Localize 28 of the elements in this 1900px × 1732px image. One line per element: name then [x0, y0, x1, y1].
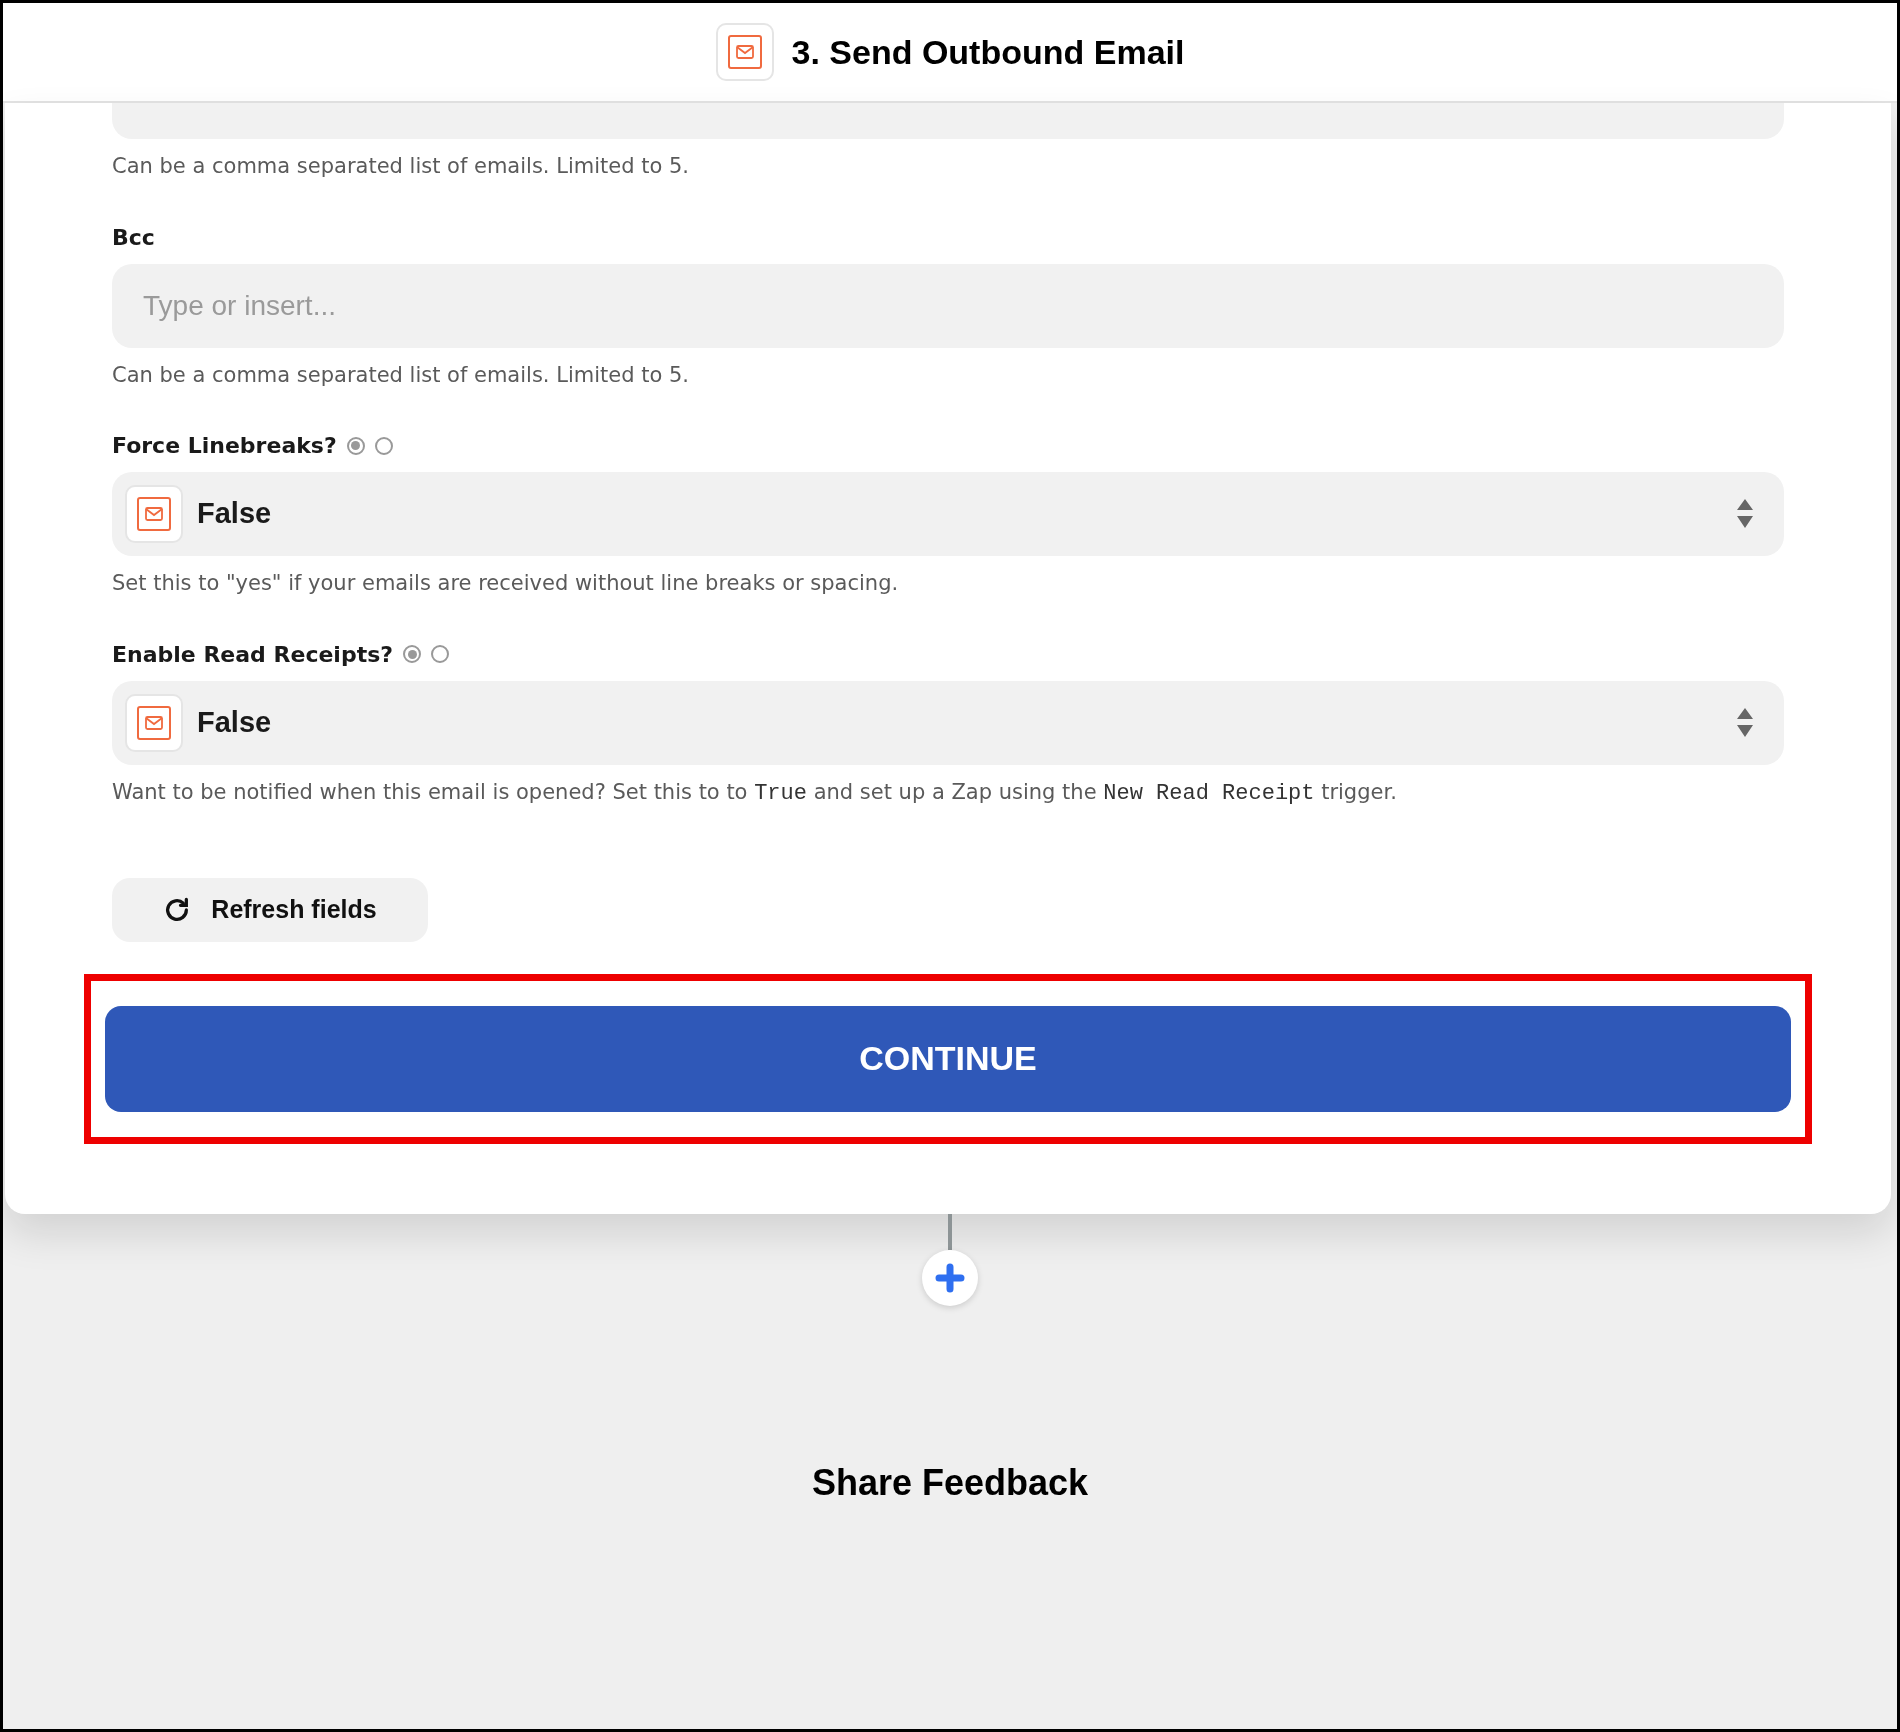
radio-button[interactable]: [346, 436, 365, 455]
input-field[interactable]: Type or insert...: [112, 263, 1784, 348]
field-hint: Can be a comma separated list of emails. Limited to 5.: [112, 361, 690, 389]
radio-button[interactable]: [403, 645, 421, 663]
mail-icon: [125, 693, 183, 752]
radio-button[interactable]: [374, 436, 393, 455]
continue-button[interactable]: CONTINUE: [105, 1005, 1791, 1112]
field-hint: Want to be notified when this email is opened? Set this to to True and set up a Zap using the New Read Receipt trigger.: [112, 778, 1398, 808]
field-hint: Set this to "yes" if your emails are received without line breaks or spacing.: [112, 570, 900, 597]
select-value: False: [197, 496, 273, 532]
refresh-fields-button[interactable]: Refresh fields: [112, 877, 428, 942]
select-dropdown[interactable]: False: [112, 680, 1784, 765]
sort-arrows-icon: [1736, 706, 1754, 739]
step-title: 3. Send Outbound Email: [791, 31, 1185, 73]
input-field[interactable]: [112, 103, 1784, 139]
field-label: Bcc: [112, 223, 155, 252]
add-step-button[interactable]: [922, 1249, 978, 1306]
plus-icon: [935, 1262, 965, 1293]
select-dropdown[interactable]: False: [112, 472, 1784, 556]
mail-icon: [125, 485, 183, 543]
select-value: False: [197, 704, 273, 740]
field-hint: Can be a comma separated list of emails. Limited to 5.: [112, 153, 690, 180]
field-label: Force Linebreaks?: [112, 432, 337, 460]
share-feedback-link[interactable]: Share Feedback: [811, 1455, 1089, 1510]
radio-button[interactable]: [431, 645, 449, 663]
email-app-icon: [715, 23, 774, 81]
sort-arrows-icon: [1736, 498, 1754, 530]
field-label: Enable Read Receipts?: [112, 640, 393, 669]
